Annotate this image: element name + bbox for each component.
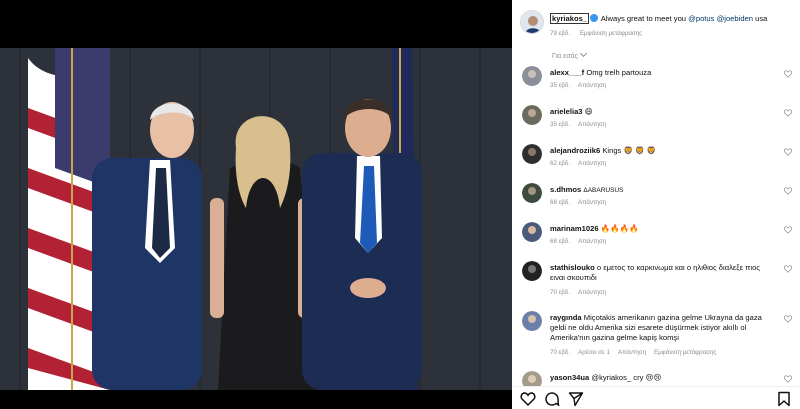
comment-meta: 68 εβδ. Απάντηση bbox=[550, 238, 614, 245]
comment-body: Kings 🦁 🦁 🦁 bbox=[602, 146, 657, 155]
comment-meta: 35 εβδ. Απάντηση bbox=[550, 121, 614, 128]
heart-icon[interactable] bbox=[784, 315, 792, 323]
caption-time: 79 εβδ. bbox=[550, 30, 571, 37]
heart-icon[interactable] bbox=[784, 226, 792, 234]
heart-icon[interactable] bbox=[784, 187, 792, 195]
reply-button[interactable]: Απάντηση bbox=[578, 160, 606, 167]
chevron-down-icon bbox=[579, 49, 588, 58]
commenter-avatar[interactable] bbox=[522, 66, 542, 86]
commenter-username[interactable]: alejandroziik6 bbox=[550, 146, 600, 155]
reply-button[interactable]: Απάντηση bbox=[578, 121, 606, 128]
comment-text: marinam1026 🔥🔥🔥🔥 bbox=[550, 224, 775, 234]
share-icon[interactable] bbox=[568, 391, 584, 407]
commenter-username[interactable]: marinam1026 bbox=[550, 224, 599, 233]
heart-icon[interactable] bbox=[784, 265, 792, 273]
comment-text: arielelia3 😄 bbox=[550, 107, 775, 117]
comment-text: yason34ua @kyriakos_ cry 😢😢 bbox=[550, 373, 775, 383]
photo-illustration bbox=[0, 48, 512, 390]
post-caption: kyriakos_ Always great to meet you @potu… bbox=[520, 8, 800, 44]
comment-text: s.dhmos ΔΑΒΑRUSUS bbox=[550, 185, 775, 196]
post-actions-bar bbox=[512, 386, 800, 409]
commenter-username[interactable]: raygında bbox=[550, 313, 582, 322]
comment-meta: 68 εβδ. Απάντηση bbox=[550, 199, 614, 206]
author-username[interactable]: kyriakos_ bbox=[550, 13, 590, 24]
comment-time: 68 εβδ. bbox=[550, 199, 571, 206]
comment-time: 70 εβδ. bbox=[550, 349, 571, 356]
caption-body: Always great to meet you bbox=[600, 14, 687, 23]
comment-meta: 70 εβδ. Απάντηση bbox=[550, 289, 614, 296]
mention-potus[interactable]: @potus bbox=[688, 14, 714, 23]
comment-body: Omg trelh partouza bbox=[586, 68, 652, 77]
commenter-avatar[interactable] bbox=[522, 183, 542, 203]
comment-meta: 62 εβδ. Απάντηση bbox=[550, 160, 614, 167]
heart-icon[interactable] bbox=[784, 375, 792, 383]
comment-meta: 35 εβδ. Απάντηση bbox=[550, 82, 614, 89]
comment-body: @kyriakos_ cry 😢😢 bbox=[591, 373, 662, 382]
comment-text: stathislouko ο εμετος το καρκινωμα και ο… bbox=[550, 263, 775, 283]
for-you-filter[interactable]: Για εσάς bbox=[552, 49, 588, 60]
commenter-avatar[interactable] bbox=[522, 261, 542, 281]
reply-button[interactable]: Απάντηση bbox=[578, 289, 606, 296]
comment-icon[interactable] bbox=[544, 391, 560, 407]
post-photo[interactable] bbox=[0, 48, 512, 390]
comment-time: 68 εβδ. bbox=[550, 238, 571, 245]
author-avatar[interactable] bbox=[520, 10, 544, 34]
comment-text: alejandroziik6 Kings 🦁 🦁 🦁 bbox=[550, 146, 775, 156]
comments-pane: kyriakos_ Always great to meet you @potu… bbox=[512, 0, 800, 409]
heart-icon[interactable] bbox=[784, 70, 792, 78]
bookmark-icon[interactable] bbox=[776, 391, 792, 407]
reply-button[interactable]: Απάντηση bbox=[578, 82, 606, 89]
see-translation-link[interactable]: Εμφάνιση μετάφρασης bbox=[580, 30, 642, 37]
commenter-avatar[interactable] bbox=[522, 144, 542, 164]
for-you-label: Για εσάς bbox=[552, 53, 578, 60]
comment-likes[interactable]: Αρέσει σε 1 bbox=[578, 349, 610, 356]
comment-body: 🔥🔥🔥🔥 bbox=[600, 224, 639, 233]
comment-time: 35 εβδ. bbox=[550, 121, 571, 128]
see-translation-link[interactable]: Εμφάνιση μετάφρασης bbox=[654, 349, 716, 356]
commenter-username[interactable]: yason34ua bbox=[550, 373, 589, 382]
comment-meta: 70 εβδ. Αρέσει σε 1 Απάντηση Εμφάνιση μετάφ… bbox=[550, 349, 724, 356]
commenter-username[interactable]: arielelia3 bbox=[550, 107, 583, 116]
reply-button[interactable]: Απάντηση bbox=[578, 199, 606, 206]
commenter-avatar[interactable] bbox=[522, 311, 542, 331]
reply-button[interactable]: Απάντηση bbox=[618, 349, 646, 356]
caption-meta: 79 εβδ. Εμφάνιση μετάφρασης bbox=[550, 30, 650, 37]
comment-body: 😄 bbox=[584, 107, 593, 116]
verified-icon bbox=[590, 14, 599, 22]
reply-button[interactable]: Απάντηση bbox=[578, 238, 606, 245]
comment-body: Miçotakis amerikanın gazina gelme Ukrayn… bbox=[550, 313, 762, 342]
commenter-username[interactable]: s.dhmos bbox=[550, 185, 581, 194]
comment-text: alexx___f Omg trelh partouza bbox=[550, 68, 775, 78]
commenter-username[interactable]: alexx___f bbox=[550, 68, 584, 77]
commenter-username[interactable]: stathislouko bbox=[550, 263, 595, 272]
comment-text: raygında Miçotakis amerikanın gazina gel… bbox=[550, 313, 775, 343]
comment-time: 35 εβδ. bbox=[550, 82, 571, 89]
comment-time: 62 εβδ. bbox=[550, 160, 571, 167]
commenter-avatar[interactable] bbox=[522, 222, 542, 242]
like-heart-icon[interactable] bbox=[520, 391, 536, 407]
caption-text: kyriakos_ Always great to meet you @potu… bbox=[550, 13, 800, 24]
commenter-avatar[interactable] bbox=[522, 105, 542, 125]
heart-icon[interactable] bbox=[784, 148, 792, 156]
comment-body: ΔΑΒΑRUSUS bbox=[583, 187, 624, 194]
post-media-pane bbox=[0, 0, 512, 409]
heart-icon[interactable] bbox=[784, 109, 792, 117]
mention-joebiden[interactable]: @joebiden bbox=[717, 14, 753, 23]
comment-time: 70 εβδ. bbox=[550, 289, 571, 296]
caption-suffix: usa bbox=[755, 14, 768, 23]
